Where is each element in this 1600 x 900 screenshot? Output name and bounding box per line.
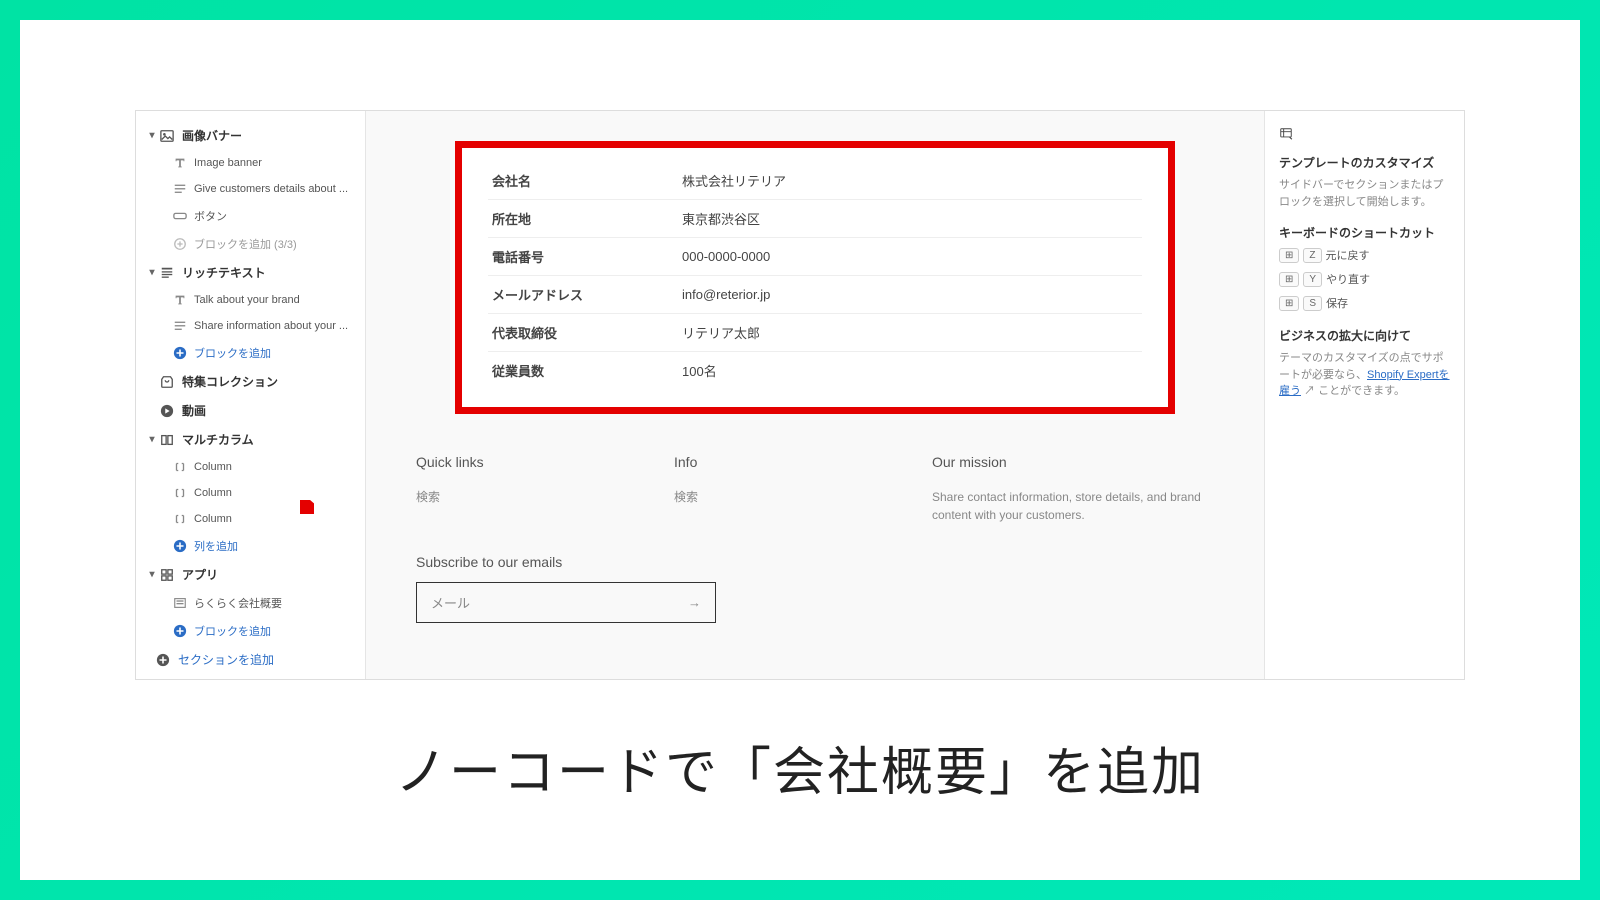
template-customize-text: サイドバーでセクションまたはプロックを選択して開始します。 [1279, 177, 1450, 210]
email-placeholder: メール [431, 593, 470, 612]
business-title: ビジネスの拡大に向けて [1279, 327, 1450, 344]
info-item[interactable]: 検索 [674, 488, 862, 506]
sidebar: ▾画像バナー Image banner Give customers detai… [136, 111, 366, 679]
shortcut-redo: ⊞Yやり直す [1279, 271, 1450, 287]
table-row: 代表取締役リテリア太郎 [488, 314, 1142, 352]
block-text-2[interactable]: Share information about your ... [136, 313, 365, 339]
section-image-banner[interactable]: ▾画像バナー [136, 121, 365, 150]
plus-icon [154, 653, 172, 667]
block-heading[interactable]: Image banner [136, 150, 365, 176]
shortcut-undo: ⊞Z元に戻す [1279, 247, 1450, 263]
block-column-3[interactable]: Column [136, 506, 365, 532]
section-apps[interactable]: ▾アプリ [136, 560, 365, 589]
column-icon [172, 486, 188, 500]
plus-icon [172, 237, 188, 251]
info-title: Info [674, 454, 862, 470]
company-table: 会社名株式会社リテリア 所在地東京都渋谷区 電話番号000-0000-0000 … [488, 162, 1142, 389]
table-row: 電話番号000-0000-0000 [488, 238, 1142, 276]
block-heading-2[interactable]: Talk about your brand [136, 287, 365, 313]
quicklinks-title: Quick links [416, 454, 604, 470]
subscribe-heading: Subscribe to our emails [416, 554, 1214, 570]
section-footer-group[interactable]: ▸フッター [136, 674, 365, 679]
inspector-panel: テンプレートのカスタマイズ サイドバーでセクションまたはプロックを選択して開始し… [1264, 111, 1464, 679]
shortcut-save: ⊞S保存 [1279, 295, 1450, 311]
add-section[interactable]: セクションを追加 [136, 645, 365, 674]
section-video[interactable]: 動画 [136, 396, 365, 425]
table-row: 所在地東京都渋谷区 [488, 200, 1142, 238]
app-block-icon [172, 596, 188, 610]
preview-canvas: 会社名株式会社リテリア 所在地東京都渋谷区 電話番号000-0000-0000 … [366, 111, 1264, 679]
add-block-disabled: ブロックを追加 (3/3) [136, 230, 365, 258]
theme-editor: ▾画像バナー Image banner Give customers detai… [135, 110, 1465, 680]
email-field[interactable]: メール → [416, 582, 716, 623]
column-icon [172, 512, 188, 526]
table-row: メールアドレスinfo@reterior.jp [488, 276, 1142, 314]
paragraph-icon [172, 319, 188, 333]
block-column-1[interactable]: Column [136, 454, 365, 480]
block-button[interactable]: ボタン [136, 202, 365, 230]
mission-title: Our mission [932, 454, 1214, 470]
shortcuts-title: キーボードのショートカット [1279, 224, 1450, 241]
text-icon [172, 156, 188, 170]
mission-text: Share contact information, store details… [932, 488, 1214, 524]
section-featured-collection[interactable]: 特集コレクション [136, 367, 365, 396]
add-block-richtext[interactable]: ブロックを追加 [136, 339, 365, 367]
section-multicolumn[interactable]: ▾マルチカラム [136, 425, 365, 454]
table-row: 会社名株式会社リテリア [488, 162, 1142, 200]
footer-preview: Quick links 検索 Info 検索 Our mission Share co… [416, 454, 1214, 524]
caption: ノーコードで「会社概要」を追加 [395, 730, 1205, 805]
apps-icon [158, 568, 176, 582]
column-icon [172, 460, 188, 474]
plus-icon [172, 624, 188, 638]
video-icon [158, 404, 176, 418]
block-text[interactable]: Give customers details about ... [136, 176, 365, 202]
template-customize-title: テンプレートのカスタマイズ [1279, 154, 1450, 171]
table-row: 従業員数100名 [488, 352, 1142, 390]
company-profile-highlight: 会社名株式会社リテリア 所在地東京都渋谷区 電話番号000-0000-0000 … [455, 141, 1175, 414]
collection-icon [158, 375, 176, 389]
richtext-icon [158, 266, 176, 280]
plus-icon [172, 346, 188, 360]
add-app-block[interactable]: ブロックを追加 [136, 617, 365, 645]
block-column-2[interactable]: Column [136, 480, 365, 506]
image-icon [158, 129, 176, 143]
columns-icon [158, 433, 176, 447]
paragraph-icon [172, 182, 188, 196]
quicklinks-item[interactable]: 検索 [416, 488, 604, 506]
submit-arrow-icon[interactable]: → [688, 595, 701, 610]
business-text: テーマのカスタマイズの点でサポートが必要なら、Shopify Expertを雇う… [1279, 350, 1450, 400]
plus-icon [172, 539, 188, 553]
button-icon [172, 209, 188, 223]
template-icon [1279, 127, 1450, 144]
app-company-profile[interactable]: らくらく会社概要 [136, 589, 365, 617]
section-rich-text[interactable]: ▾リッチテキスト [136, 258, 365, 287]
text-icon [172, 293, 188, 307]
add-column[interactable]: 列を追加 [136, 532, 365, 560]
